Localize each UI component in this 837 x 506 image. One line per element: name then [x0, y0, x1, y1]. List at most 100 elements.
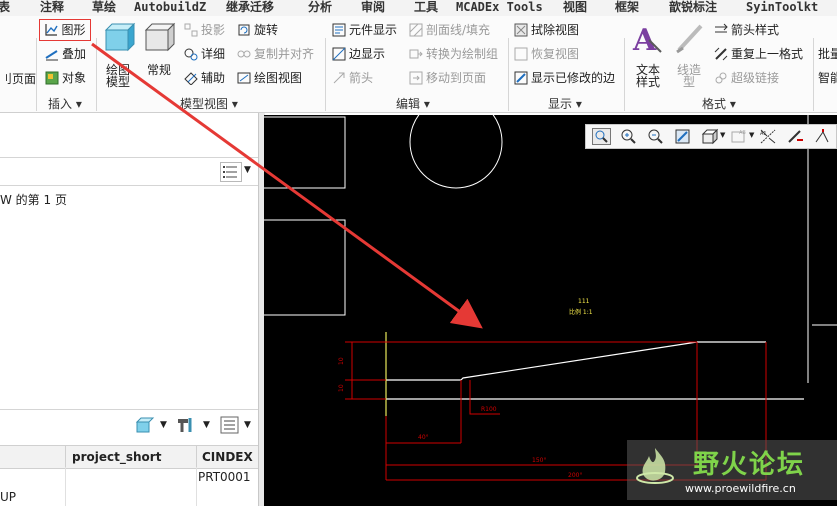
group-model-views[interactable]: 模型视图 ▾ [180, 95, 238, 112]
convert-drawing-group-button[interactable]: 转换为绘制组 [409, 46, 498, 62]
hyperlink-icon [715, 72, 727, 84]
display-style-icon[interactable] [701, 128, 720, 145]
settings-tools-icon[interactable] [176, 416, 198, 434]
tab-view[interactable]: 视图 [563, 0, 587, 15]
copy-align-button[interactable]: 复制并对齐 [237, 46, 314, 62]
auxiliary-button[interactable]: 辅助 [184, 70, 225, 86]
watermark-url: www.proewildfire.cn [685, 482, 796, 495]
tab-sketch[interactable]: 草绘 [92, 0, 116, 15]
projection-button[interactable]: 投影 [184, 22, 225, 38]
tab-review[interactable]: 审阅 [361, 0, 385, 15]
erase-view-icon [514, 23, 528, 37]
move-to-page-button[interactable]: 移动到页面 [409, 70, 486, 86]
show-modified-edges-button[interactable]: 显示已修改的边 [514, 70, 615, 86]
svg-text:A1: A1 [760, 131, 767, 137]
tab-analysis[interactable]: 分析 [308, 0, 332, 15]
batch-button-partial[interactable]: 批量 [818, 46, 837, 62]
rotate-button[interactable]: 旋转 [237, 22, 278, 38]
edge-display-button[interactable]: 边显示 [332, 46, 385, 62]
datum-points-icon[interactable] [786, 128, 805, 145]
table-header: project_short CINDEX [0, 445, 258, 469]
chevron-down-icon[interactable]: ▼ [160, 420, 167, 430]
restore-view-icon [514, 47, 528, 61]
profile-edge [386, 341, 766, 381]
tab-table[interactable]: 表 [0, 0, 10, 15]
zoom-in-icon[interactable] [619, 128, 638, 145]
section-fill-button[interactable]: 剖面线/填充 [409, 22, 490, 38]
overlay-button[interactable]: 叠加 [45, 46, 86, 62]
convert-drawing-group-label: 转换为绘制组 [426, 47, 499, 61]
group-format[interactable]: 格式 ▾ [702, 95, 736, 112]
show-modified-edges-label: 显示已修改的边 [531, 71, 616, 85]
refit-icon[interactable] [592, 128, 611, 145]
page-button-partial[interactable]: 刂页面 [0, 71, 36, 87]
list-icon[interactable] [220, 416, 240, 434]
chevron-down-icon[interactable]: ▼ [720, 131, 725, 139]
chevron-down-icon[interactable]: ▼ [244, 420, 251, 430]
detail-button[interactable]: 详细 [184, 46, 225, 62]
column-header[interactable]: CINDEX [202, 450, 253, 464]
annotation-display-icon[interactable]: AB [730, 128, 749, 145]
object-button[interactable]: 对象 [45, 70, 86, 86]
group-insert[interactable]: 插入 ▾ [48, 95, 82, 112]
tab-syintoolkt[interactable]: SyinToolkt [746, 0, 818, 15]
arrow-style-button[interactable]: 箭头样式 [714, 22, 779, 38]
hyperlink-button[interactable]: 超级链接 [714, 70, 779, 86]
component-display-button[interactable]: 元件显示 [332, 22, 397, 38]
drawing-model-icon[interactable] [102, 22, 138, 54]
drawing-view-button[interactable]: 绘图视图 [237, 70, 302, 86]
column-header[interactable]: project_short [72, 450, 161, 464]
move-to-page-label: 移动到页面 [426, 71, 487, 85]
repeat-last-format-button[interactable]: 重复上一格式 [714, 46, 803, 62]
general-view-label: 常规 [147, 63, 172, 77]
tab-autobuildz[interactable]: AutobuildZ [134, 0, 206, 15]
repeat-format-icon [714, 47, 728, 61]
copy-align-label: 复制并对齐 [254, 47, 315, 61]
edge-display-icon [332, 47, 346, 61]
repaint-icon[interactable] [674, 128, 693, 145]
flame-logo-icon [636, 448, 674, 484]
repeat-last-format-label: 重复上一格式 [731, 47, 804, 61]
chevron-down-icon[interactable]: ▼ [203, 420, 210, 430]
coordinate-system-icon[interactable] [813, 128, 832, 145]
model-tree-icon[interactable] [135, 416, 155, 434]
line-style-label-2: 型 [683, 75, 696, 89]
view-name: 111 [578, 298, 590, 305]
list-view-button[interactable] [220, 162, 242, 182]
line-style-icon[interactable] [673, 22, 705, 54]
circle-geometry [409, 115, 503, 189]
tab-inheritance[interactable]: 继承迁移 [226, 0, 274, 15]
group-edit[interactable]: 编辑 ▾ [396, 95, 430, 112]
text-style-label-2: 样式 [636, 75, 661, 89]
datum-axes-icon[interactable]: A1 [759, 128, 778, 145]
zoom-out-icon[interactable] [646, 128, 665, 145]
watermark-title: 野火论坛 [693, 450, 806, 480]
show-modified-edges-icon [514, 71, 528, 85]
chevron-down-icon[interactable]: ▼ [244, 165, 251, 175]
text-style-icon[interactable]: A [631, 20, 665, 58]
component-display-icon [332, 23, 346, 37]
chevron-down-icon[interactable]: ▼ [749, 131, 754, 139]
section-fill-icon [409, 23, 423, 37]
general-view-icon[interactable] [142, 22, 178, 54]
view-outline [264, 116, 346, 189]
smart-button-partial[interactable]: 智能 [818, 70, 837, 86]
tab-annotate[interactable]: 注释 [40, 0, 64, 15]
auxiliary-icon [184, 72, 198, 85]
tab-frame[interactable]: 框架 [615, 0, 639, 15]
drawing-view-icon [237, 72, 251, 84]
arrow-button[interactable]: 箭头 [332, 70, 373, 86]
tab-tools[interactable]: 工具 [414, 0, 438, 15]
graph-button[interactable]: 图形 [39, 19, 91, 41]
tab-xinrui-dimension[interactable]: 歆锐标注 [669, 0, 717, 15]
erase-view-button[interactable]: 拭除视图 [514, 22, 579, 38]
ribbon-group-labels: 插入 ▾ 模型视图 ▾ 编辑 ▾ 显示 ▾ 格式 ▾ [0, 93, 837, 111]
projection-icon [184, 23, 198, 37]
restore-view-button[interactable]: 恢复视图 [514, 46, 579, 62]
tab-mcadex-tools[interactable]: MCADEx Tools [456, 0, 543, 15]
group-display[interactable]: 显示 ▾ [548, 95, 582, 112]
drawing-view-label: 绘图视图 [254, 71, 303, 85]
hyperlink-label: 超级链接 [731, 71, 780, 85]
detail-label: 详细 [201, 47, 226, 61]
move-to-page-icon [409, 71, 423, 85]
